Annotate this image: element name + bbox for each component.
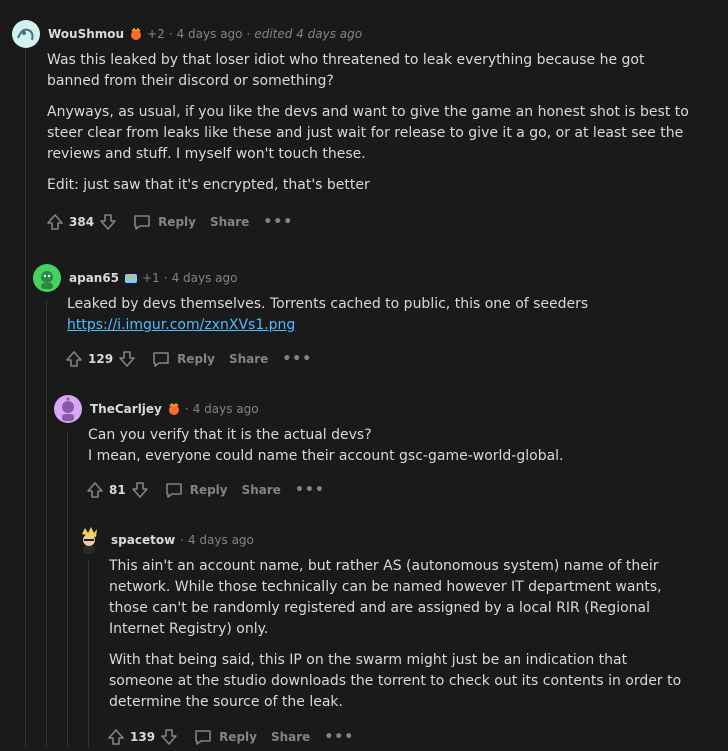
comment-bubble-icon — [195, 730, 211, 745]
comment-paragraph: Anyways, as usual, if you like the devs … — [47, 104, 689, 162]
comment: apan65 +1 · 4 days ago Leaked by devs th… — [0, 264, 728, 373]
downvote-icon[interactable] — [117, 349, 137, 369]
downvote-icon[interactable] — [130, 480, 150, 500]
score: 384 — [69, 215, 95, 229]
separator: · — [163, 271, 168, 285]
comment: WouShmou +2 · 4 days ago · edited 4 days… — [0, 20, 728, 236]
award-icon[interactable] — [124, 271, 138, 285]
separator: · — [184, 402, 189, 416]
vote-controls: 384 — [45, 212, 118, 232]
share-label: Share — [270, 730, 311, 744]
reply-button[interactable]: Reply — [151, 349, 215, 369]
comment-text: Leaked by devs themselves. Torrents cach… — [67, 296, 589, 312]
comment-body: Was this leaked by that loser idiot who … — [47, 50, 697, 196]
comment-body: This ain't an account name, but rather A… — [109, 556, 689, 713]
comment-meta: apan65 +1 · 4 days ago — [33, 264, 728, 292]
share-label: Share — [241, 483, 281, 497]
comment-body: Can you verify that it is the actual dev… — [88, 425, 688, 467]
timestamp[interactable]: 4 days ago — [193, 402, 259, 416]
reply-button[interactable]: Reply — [193, 727, 257, 747]
score: 81 — [109, 483, 126, 497]
comment-paragraph: Leaked by devs themselves. Torrents cach… — [67, 294, 687, 336]
upvote-icon[interactable] — [64, 349, 84, 369]
share-label: Share — [228, 352, 269, 366]
more-options-button[interactable]: ••• — [295, 482, 325, 498]
vote-controls: 129 — [64, 349, 137, 369]
award-count: +1 — [142, 271, 160, 285]
score: 129 — [88, 352, 114, 366]
comment-paragraph: Was this leaked by that loser idiot who … — [47, 52, 645, 89]
comment-bubble-icon — [134, 215, 150, 230]
reply-label: Reply — [189, 483, 228, 497]
avatar[interactable] — [75, 526, 103, 554]
comment-meta: WouShmou +2 · 4 days ago · edited 4 days… — [12, 20, 728, 48]
comment-meta: TheCarljey · 4 days ago — [54, 395, 728, 423]
award-count: +2 — [147, 27, 165, 41]
comment-actions: 81 Reply Share ••• — [85, 476, 728, 504]
comment-meta: spacetow · 4 days ago — [75, 526, 728, 554]
username[interactable]: spacetow — [111, 533, 175, 547]
username[interactable]: apan65 — [69, 271, 119, 285]
more-options-button[interactable]: ••• — [263, 214, 293, 230]
reply-label: Reply — [219, 730, 257, 744]
reply-label: Reply — [177, 352, 215, 366]
share-button[interactable]: Share — [271, 730, 310, 744]
avatar[interactable] — [54, 395, 82, 423]
comment-bubble-icon — [153, 352, 169, 367]
comment-actions: 384 Reply Share ••• — [45, 208, 728, 236]
share-button[interactable]: Share — [210, 215, 249, 229]
separator: · — [246, 27, 251, 41]
score: 139 — [130, 730, 156, 744]
downvote-icon[interactable] — [159, 727, 179, 747]
separator: · — [180, 533, 184, 547]
timestamp[interactable]: 4 days ago — [177, 27, 243, 41]
comment-body: Leaked by devs themselves. Torrents cach… — [67, 294, 687, 336]
image-link[interactable]: https://i.imgur.com/zxnXVs1.png — [67, 317, 295, 333]
avatar[interactable] — [33, 264, 61, 292]
reply-label: Reply — [158, 215, 196, 229]
share-button[interactable]: Share — [242, 483, 281, 497]
comment-bubble-icon — [165, 483, 182, 498]
comment-actions: 129 Reply Share ••• — [64, 345, 728, 373]
username[interactable]: WouShmou — [48, 27, 124, 41]
more-options-button[interactable]: ••• — [282, 351, 312, 367]
award-icon[interactable] — [129, 27, 143, 41]
reply-button[interactable]: Reply — [132, 212, 196, 232]
comment-paragraph: With that being said, this IP on the swa… — [109, 652, 682, 710]
upvote-icon[interactable] — [85, 480, 105, 500]
timestamp[interactable]: 4 days ago — [172, 271, 238, 285]
username[interactable]: TheCarljey — [90, 402, 162, 416]
upvote-icon[interactable] — [106, 727, 126, 747]
share-button[interactable]: Share — [229, 352, 268, 366]
avatar[interactable] — [12, 20, 40, 48]
downvote-icon[interactable] — [98, 212, 118, 232]
comment: spacetow · 4 days ago This ain't an acco… — [0, 526, 728, 751]
timestamp[interactable]: 4 days ago — [188, 533, 254, 547]
comment-paragraph: This ain't an account name, but rather A… — [109, 558, 662, 637]
comment-paragraph: Edit: just saw that it's encrypted, that… — [47, 177, 370, 193]
more-options-button[interactable]: ••• — [324, 729, 354, 745]
vote-controls: 81 — [85, 480, 150, 500]
vote-controls: 139 — [106, 727, 179, 747]
separator: · — [168, 27, 173, 41]
comment: TheCarljey · 4 days ago Can you verify t… — [0, 395, 728, 504]
award-icon[interactable] — [167, 402, 181, 416]
upvote-icon[interactable] — [45, 212, 65, 232]
edited-label: edited 4 days ago — [254, 27, 363, 41]
share-label: Share — [209, 215, 250, 229]
comment-paragraph: Can you verify that it is the actual dev… — [88, 427, 372, 443]
reply-button[interactable]: Reply — [164, 480, 228, 500]
comment-paragraph: I mean, everyone could name their accoun… — [88, 448, 564, 464]
